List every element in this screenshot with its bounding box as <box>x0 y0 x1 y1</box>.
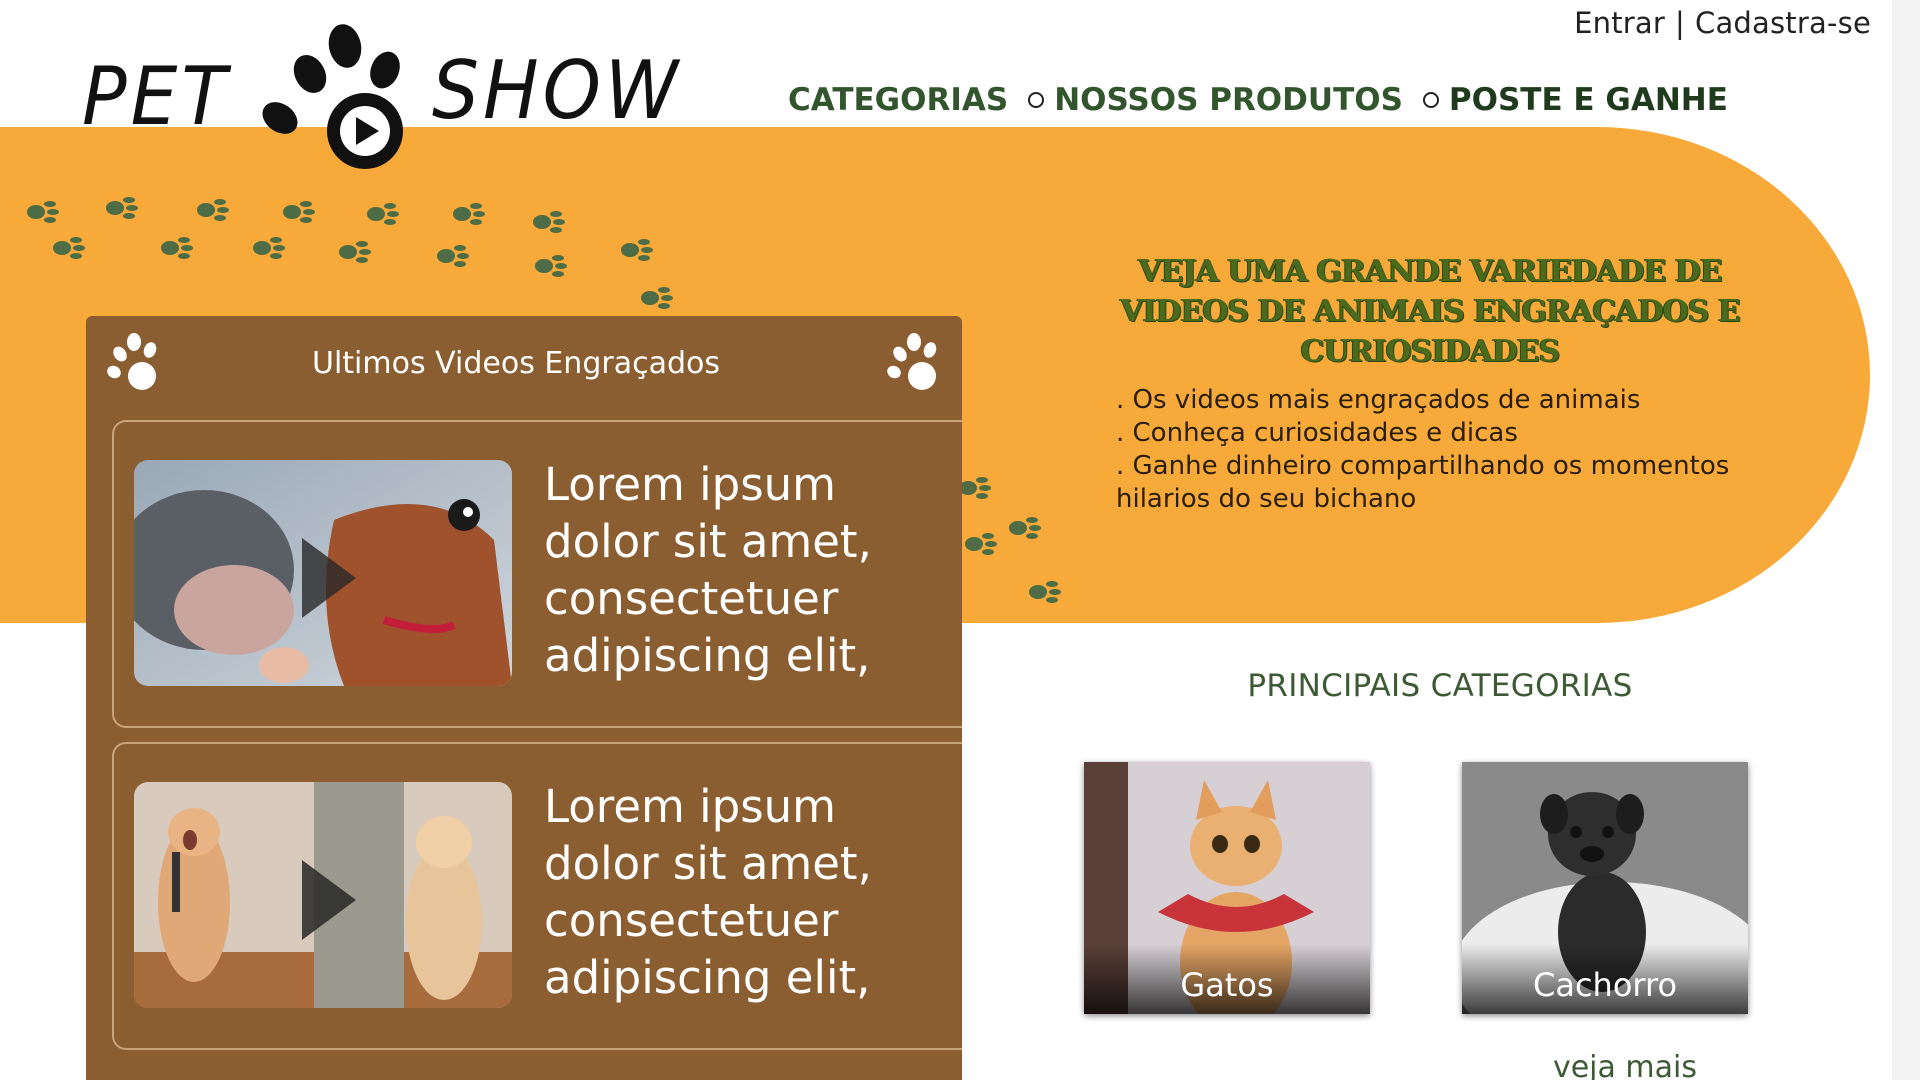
page-scrollbar-track[interactable] <box>1892 0 1920 1080</box>
nav-categorias[interactable]: CATEGORIAS <box>788 82 1008 118</box>
nav-bullet-icon <box>1422 92 1439 108</box>
nav-poste-e-ganhe[interactable]: POSTE E GANHE <box>1449 82 1728 118</box>
auth-separator: | <box>1675 6 1685 40</box>
video-description: Lorem ipsum dolor sit amet, consectetuer… <box>544 458 872 682</box>
auth-links: Entrar | Cadastra-se <box>1574 6 1871 40</box>
category-label: Cachorro <box>1462 944 1748 1014</box>
latest-videos-title: Ultimos Videos Engraçados <box>312 346 720 381</box>
category-label: Gatos <box>1084 944 1370 1014</box>
video-card[interactable]: Lorem ipsum dolor sit amet, consectetuer… <box>112 742 962 1050</box>
nav-bullet-icon <box>1028 92 1045 108</box>
paw-icon <box>887 333 937 390</box>
promo-headline: VEJA UMA GRANDE VARIEDADE DE VIDEOS DE A… <box>1010 252 1850 372</box>
video-thumbnail[interactable] <box>134 460 512 686</box>
category-card-cachorro[interactable]: Cachorro <box>1462 762 1748 1014</box>
signup-link[interactable]: Cadastra-se <box>1695 6 1871 40</box>
paw-play-icon <box>262 24 403 169</box>
latest-videos-panel: Ultimos Videos Engraçados Lorem ipsum do… <box>86 316 962 1080</box>
main-navigation: CATEGORIAS NOSSOS PRODUTOS POSTE E GANHE <box>788 82 1728 118</box>
promo-bullet: . Conheça curiosidades e dicas <box>1116 418 1518 448</box>
categories-heading: PRINCIPAIS CATEGORIAS <box>1247 668 1633 704</box>
nav-nossos-produtos[interactable]: NOSSOS PRODUTOS <box>1054 82 1403 118</box>
video-card[interactable]: Lorem ipsum dolor sit amet, consectetuer… <box>112 420 962 728</box>
site-logo[interactable]: PET SHOW <box>82 14 678 174</box>
category-card-gatos[interactable]: Gatos <box>1084 762 1370 1014</box>
promo-bullet-list: . Os videos mais engraçados de animais .… <box>1116 384 1816 516</box>
see-more-link[interactable]: veja mais <box>1500 1050 1750 1080</box>
video-thumbnail[interactable] <box>134 782 512 1008</box>
logo-word-show: SHOW <box>432 44 683 138</box>
promo-bullet: . Os videos mais engraçados de animais <box>1116 385 1641 415</box>
singing-cats-thumbnail <box>134 782 512 1008</box>
promo-bullet: . Ganhe dinheiro compartilhando os momen… <box>1116 451 1730 514</box>
promo-headline-line1: VEJA UMA GRANDE VARIEDADE DE <box>1138 254 1722 289</box>
dog-fish-thumbnail <box>134 460 512 686</box>
login-link[interactable]: Entrar <box>1574 6 1665 40</box>
promo-headline-line2: VIDEOS DE ANIMAIS ENGRAÇADOS E CURIOSIDA… <box>1120 294 1741 369</box>
video-description: Lorem ipsum dolor sit amet, consectetuer… <box>544 780 872 1004</box>
logo-word-pet: PET <box>82 50 231 144</box>
